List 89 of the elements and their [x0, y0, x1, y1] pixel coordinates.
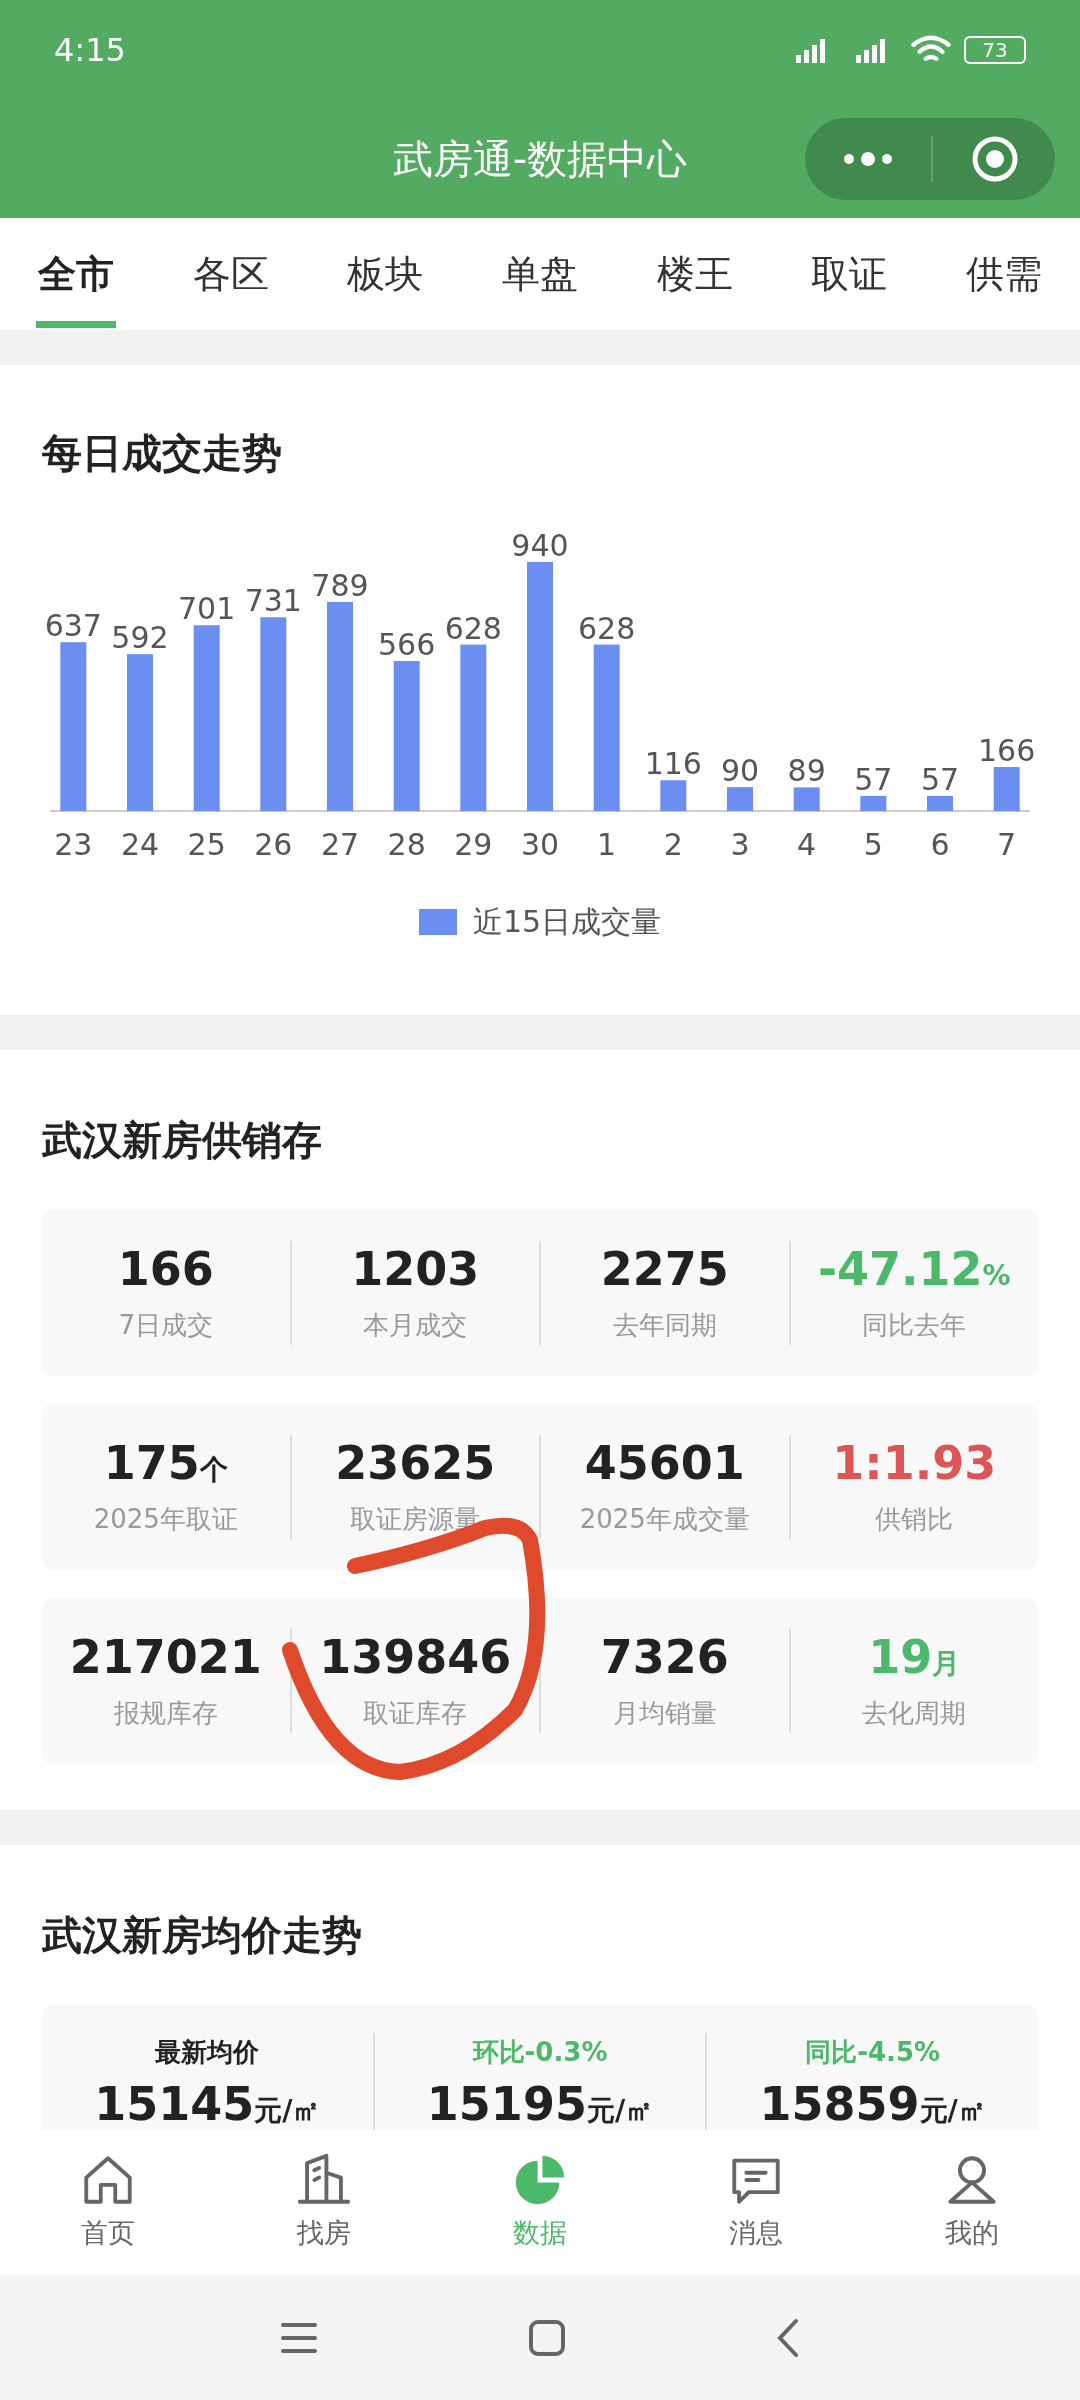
close-target-icon[interactable] [971, 135, 1019, 183]
x-axis-label: 29 [454, 827, 493, 862]
bar-value-label: 592 [111, 620, 169, 656]
bar [927, 795, 953, 811]
bar [727, 787, 753, 811]
bar-value-label: 90 [720, 753, 760, 789]
tab[interactable]: 供需 [965, 218, 1042, 330]
tab[interactable]: 单盘 [501, 218, 578, 330]
stat-label: 去化周期 [862, 1697, 967, 1731]
section-title: 武汉新房均价走势 [42, 1911, 363, 1960]
price-value: 15145元/㎡ [94, 2076, 321, 2133]
stat-value: -47.12% [817, 1240, 1011, 1298]
price-label: 最新均价 [155, 2036, 260, 2069]
stat-value: 1203 [351, 1240, 480, 1298]
stat-value: 175个 [103, 1434, 228, 1492]
bar-value-label: 701 [178, 591, 236, 627]
bar-value-label: 89 [787, 753, 826, 789]
price-value: 15859元/㎡ [759, 2076, 986, 2133]
tab[interactable]: 各区 [192, 218, 269, 330]
more-icon[interactable] [843, 152, 893, 166]
price-label: 同比-4.5% [805, 2036, 941, 2069]
stat-value: 166 [117, 1240, 214, 1298]
x-axis-label: 28 [387, 827, 426, 862]
x-axis-label: 2 [663, 827, 683, 862]
bar-value-label: 628 [578, 610, 636, 646]
x-axis-label: 25 [187, 827, 226, 862]
legend-swatch [418, 908, 457, 935]
x-axis-label: 30 [520, 827, 560, 862]
bar [660, 780, 687, 811]
price-value: 15195元/㎡ [426, 2076, 654, 2133]
bar-value-label: 940 [511, 527, 569, 563]
x-axis-label: 23 [54, 827, 93, 862]
bar-value-label: 57 [854, 761, 893, 797]
section-title: 每日成交走势 [42, 429, 283, 478]
stat-label: 取证库存 [363, 1697, 468, 1731]
nav-item[interactable]: 我的 [902, 2151, 1042, 2254]
home-square-icon[interactable] [528, 2318, 566, 2357]
x-axis-label: 24 [120, 827, 160, 862]
x-axis-label: 26 [254, 827, 293, 862]
battery-level: 73 [982, 40, 1008, 60]
section-title: 武汉新房供销存 [42, 1116, 323, 1165]
stat-label: 去年同期 [612, 1309, 717, 1343]
x-axis-label: 3 [730, 827, 750, 862]
x-axis-label: 5 [863, 827, 883, 862]
bar-value-label: 637 [44, 608, 102, 644]
bar-value-label: 116 [644, 746, 702, 782]
bar-value-label: 57 [920, 761, 960, 797]
nav-item[interactable]: 找房 [254, 2151, 394, 2254]
stat-label: 同比去年 [862, 1309, 967, 1343]
nav-item[interactable]: 首页 [38, 2151, 178, 2254]
stat-value: 19月 [868, 1628, 961, 1686]
stat-value: 139846 [319, 1628, 512, 1686]
stat-label: 供销比 [875, 1503, 954, 1537]
stat-value: 23625 [335, 1434, 496, 1492]
nav-item[interactable]: 消息 [686, 2151, 826, 2254]
x-axis-label: 4 [797, 827, 817, 862]
x-axis-label: 6 [930, 827, 950, 862]
tab[interactable]: 取证 [811, 218, 888, 330]
bar-value-label: 566 [378, 627, 436, 662]
stat-value: 45601 [584, 1434, 745, 1492]
menu-icon[interactable] [280, 2320, 318, 2355]
bar [993, 767, 1020, 811]
stat-label: 2025年取证 [93, 1503, 238, 1537]
status-time: 4:15 [54, 30, 126, 71]
bar-value-label: 789 [311, 567, 369, 603]
legend-label: 近15日成交量 [472, 903, 662, 941]
price-label: 环比-0.3% [472, 2036, 608, 2069]
bar [793, 787, 820, 811]
bar-value-label: 731 [244, 583, 302, 619]
bar [860, 795, 887, 811]
stat-label: 2025年成交量 [579, 1503, 750, 1537]
bar-value-label: 628 [444, 610, 502, 646]
bar-value-label: 166 [978, 733, 1036, 768]
page-title: 武房通-数据中心 [392, 135, 688, 184]
stat-label: 月均销量 [612, 1697, 717, 1731]
stat-value: 1:1.93 [832, 1434, 997, 1492]
x-axis-label: 7 [997, 827, 1017, 862]
back-icon[interactable] [776, 2317, 800, 2358]
stat-value: 217021 [69, 1628, 262, 1686]
x-axis-label: 27 [320, 827, 360, 862]
tab[interactable]: 楼王 [656, 218, 733, 330]
tab[interactable]: 全市 [38, 218, 114, 330]
stat-value: 7326 [600, 1628, 729, 1686]
x-axis-label: 1 [597, 827, 617, 862]
stat-label: 本月成交 [363, 1309, 468, 1343]
stat-label: 报规库存 [113, 1697, 218, 1731]
tab[interactable]: 板块 [347, 218, 424, 330]
stat-value: 2275 [600, 1240, 729, 1298]
stat-label: 7日成交 [118, 1309, 213, 1343]
